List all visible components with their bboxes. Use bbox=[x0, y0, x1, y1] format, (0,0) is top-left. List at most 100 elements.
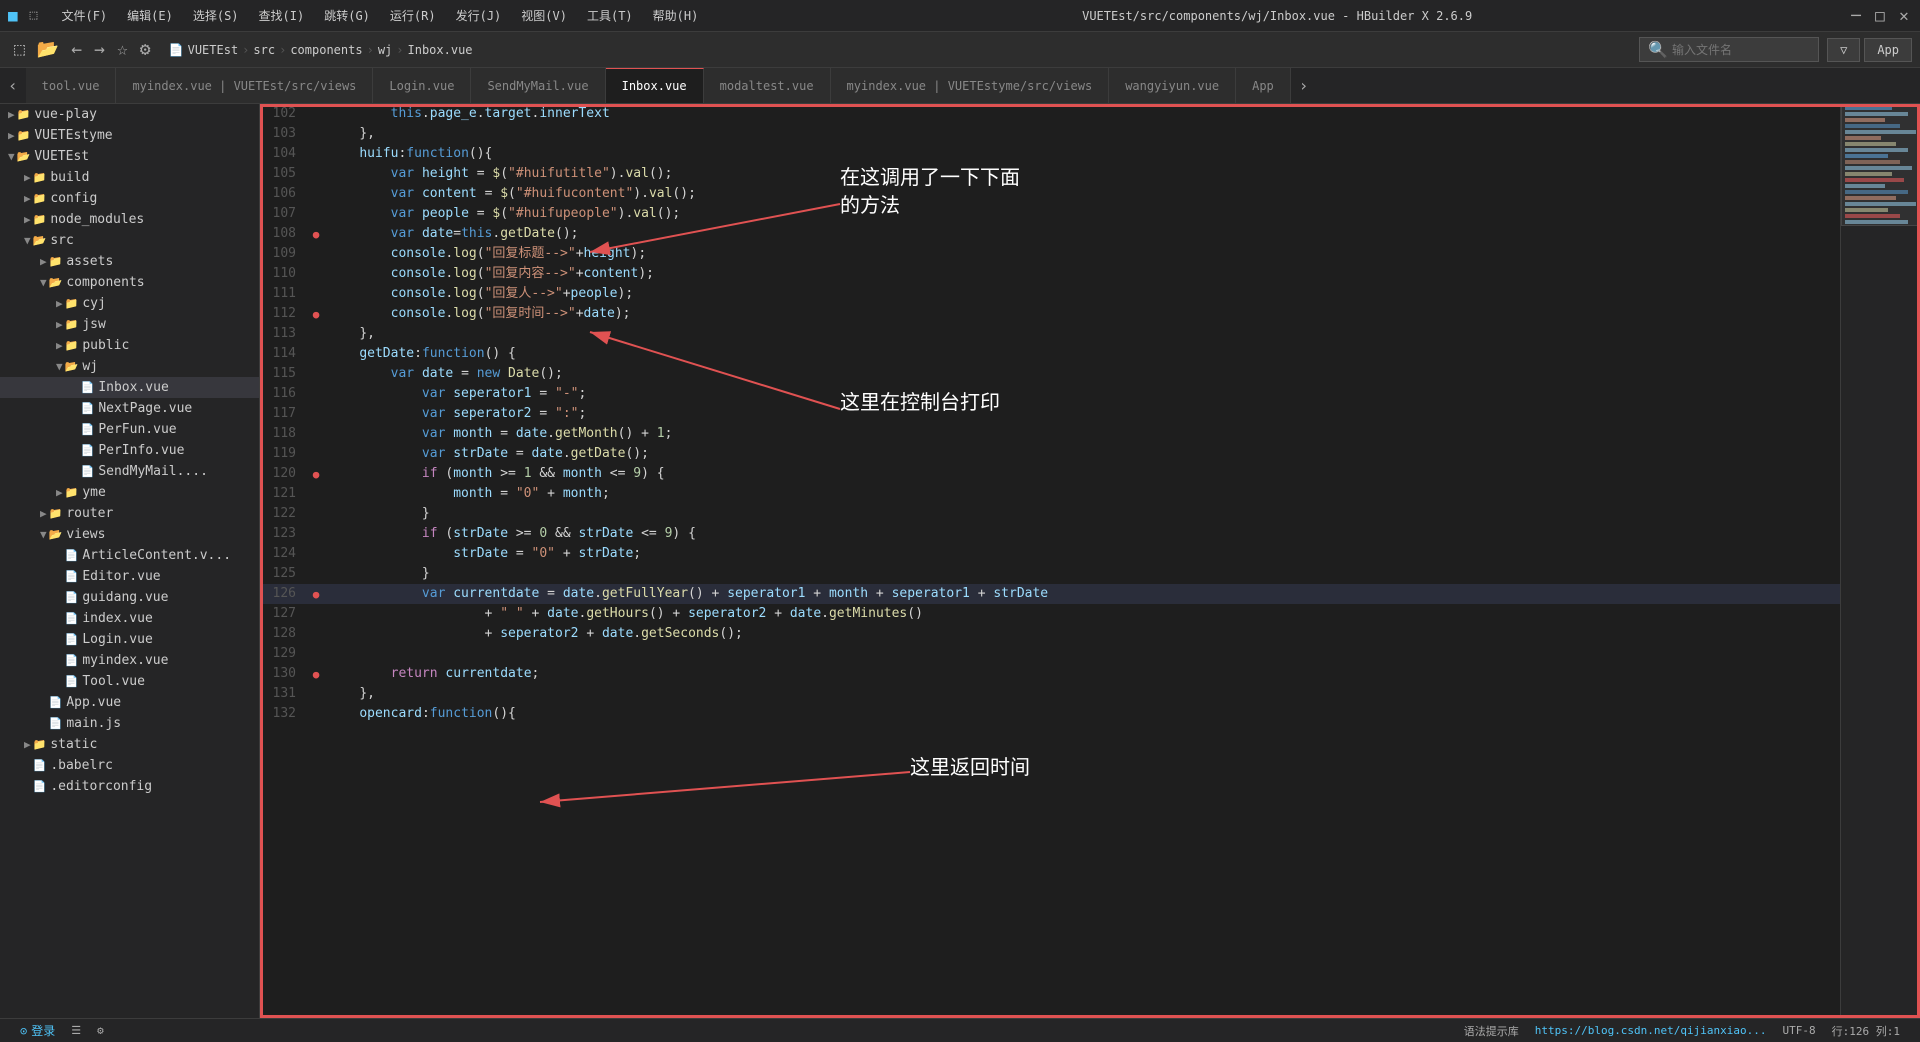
sidebar-item-editorconfig[interactable]: ▶ 📄 .editorconfig bbox=[0, 776, 259, 797]
menu-file[interactable]: 文件(F) bbox=[53, 5, 115, 26]
new-file-button[interactable]: ⬚ bbox=[8, 37, 31, 62]
sidebar-item-main-js[interactable]: ▶ 📄 main.js bbox=[0, 713, 259, 734]
tab-right-button[interactable]: › bbox=[1291, 68, 1317, 103]
line-content: var height = $("#huifutitle").val(); bbox=[324, 164, 1840, 184]
tab-inbox[interactable]: Inbox.vue bbox=[606, 68, 704, 103]
login-label: 登录 bbox=[31, 1022, 55, 1039]
breadcrumb-src[interactable]: src bbox=[253, 43, 275, 57]
menu-select[interactable]: 选择(S) bbox=[185, 5, 247, 26]
sidebar-label: Inbox.vue bbox=[98, 380, 168, 395]
code-line-122: 122 } bbox=[260, 504, 1840, 524]
preview-button[interactable]: App bbox=[1864, 38, 1912, 62]
line-gutter bbox=[308, 204, 324, 224]
sidebar-item-config[interactable]: ▶ 📁 config bbox=[0, 188, 259, 209]
sidebar-item-perfun[interactable]: ▶ 📄 PerFun.vue bbox=[0, 419, 259, 440]
code-line-106: 106 var content = $("#huifucontent").val… bbox=[260, 184, 1840, 204]
code-editor[interactable]: 102 this.page_e.target.innerText 103 }, … bbox=[260, 104, 1840, 1018]
sidebar-item-myindex[interactable]: ▶ 📄 myindex.vue bbox=[0, 650, 259, 671]
sidebar-label: Editor.vue bbox=[82, 569, 160, 584]
file-search-input[interactable] bbox=[1672, 43, 1810, 57]
menu-goto[interactable]: 跳转(G) bbox=[316, 5, 378, 26]
breadcrumb-file[interactable]: Inbox.vue bbox=[408, 43, 473, 57]
file-tree-icon[interactable]: ☰ bbox=[63, 1024, 89, 1037]
sidebar-item-inbox[interactable]: ▶ 📄 Inbox.vue bbox=[0, 377, 259, 398]
sidebar-item-jsw[interactable]: ▶ 📁 jsw bbox=[0, 314, 259, 335]
sidebar-item-node-modules[interactable]: ▶ 📁 node_modules bbox=[0, 209, 259, 230]
menu-help[interactable]: 帮助(H) bbox=[645, 5, 707, 26]
window-controls[interactable]: ─ □ ✕ bbox=[1848, 8, 1912, 24]
sidebar-item-perinfo[interactable]: ▶ 📄 PerInfo.vue bbox=[0, 440, 259, 461]
file-search-box[interactable]: 🔍 bbox=[1639, 37, 1819, 62]
tab-login[interactable]: Login.vue bbox=[373, 68, 471, 103]
sidebar-item-login[interactable]: ▶ 📄 Login.vue bbox=[0, 629, 259, 650]
line-content: var content = $("#huifucontent").val(); bbox=[324, 184, 1840, 204]
sidebar-item-article[interactable]: ▶ 📄 ArticleContent.v... bbox=[0, 545, 259, 566]
sidebar-item-router[interactable]: ▶ 📁 router bbox=[0, 503, 259, 524]
menu-edit[interactable]: 编辑(E) bbox=[119, 5, 181, 26]
sidebar-item-sendmymail[interactable]: ▶ 📄 SendMyMail.... bbox=[0, 461, 259, 482]
sidebar-item-guidang[interactable]: ▶ 📄 guidang.vue bbox=[0, 587, 259, 608]
sidebar-item-views[interactable]: ▼ 📂 views bbox=[0, 524, 259, 545]
sidebar-label: VUETEst bbox=[34, 149, 89, 164]
tab-app[interactable]: App bbox=[1236, 68, 1291, 103]
sidebar-item-wj[interactable]: ▼ 📂 wj bbox=[0, 356, 259, 377]
tab-wangyiyun[interactable]: wangyiyun.vue bbox=[1109, 68, 1236, 103]
breadcrumb-root[interactable]: VUETEst bbox=[188, 43, 239, 57]
sidebar-label: build bbox=[50, 170, 89, 185]
arrow-right-icon: ▶ bbox=[24, 192, 31, 205]
filter-button[interactable]: ▽ bbox=[1827, 38, 1860, 62]
settings-button[interactable]: ⚙ bbox=[134, 37, 157, 62]
login-status[interactable]: ⊙ 登录 bbox=[12, 1022, 63, 1039]
menu-find[interactable]: 查找(I) bbox=[251, 5, 313, 26]
minimize-button[interactable]: ─ bbox=[1848, 8, 1864, 24]
url-status: https://blog.csdn.net/qijianxiao... bbox=[1527, 1024, 1775, 1037]
line-gutter bbox=[308, 524, 324, 544]
menu-bar[interactable]: 文件(F) 编辑(E) 选择(S) 查找(I) 跳转(G) 运行(R) 发行(J… bbox=[53, 5, 706, 26]
sidebar-item-index[interactable]: ▶ 📄 index.vue bbox=[0, 608, 259, 629]
sidebar-item-build[interactable]: ▶ 📁 build bbox=[0, 167, 259, 188]
sidebar-item-nextpage[interactable]: ▶ 📄 NextPage.vue bbox=[0, 398, 259, 419]
tab-left-button[interactable]: ‹ bbox=[0, 68, 26, 103]
bookmark-button[interactable]: ☆ bbox=[111, 37, 134, 62]
menu-view[interactable]: 视图(V) bbox=[513, 5, 575, 26]
menu-tools[interactable]: 工具(T) bbox=[579, 5, 641, 26]
sidebar-label: .editorconfig bbox=[50, 779, 152, 794]
sidebar-item-vuetest[interactable]: ▼ 📂 VUETEst bbox=[0, 146, 259, 167]
forward-button[interactable]: → bbox=[88, 37, 111, 62]
tab-sendmail[interactable]: SendMyMail.vue bbox=[471, 68, 605, 103]
sidebar-item-components[interactable]: ▼ 📂 components bbox=[0, 272, 259, 293]
sidebar-item-public[interactable]: ▶ 📁 public bbox=[0, 335, 259, 356]
close-button[interactable]: ✕ bbox=[1896, 8, 1912, 24]
tab-modaltest[interactable]: modaltest.vue bbox=[704, 68, 831, 103]
folder-open-icon: 📂 bbox=[49, 276, 63, 289]
sidebar-item-vuetestyme[interactable]: ▶ 📁 VUETEstyme bbox=[0, 125, 259, 146]
tab-myindex-views[interactable]: myindex.vue | VUETEst/src/views bbox=[116, 68, 373, 103]
sidebar-item-src[interactable]: ▼ 📂 src bbox=[0, 230, 259, 251]
tab-tool-vue[interactable]: tool.vue bbox=[26, 68, 117, 103]
arrow-right-icon: ▶ bbox=[24, 171, 31, 184]
breadcrumb-components[interactable]: components bbox=[290, 43, 362, 57]
sidebar-item-assets[interactable]: ▶ 📁 assets bbox=[0, 251, 259, 272]
breadcrumb-wj[interactable]: wj bbox=[378, 43, 392, 57]
settings-icon[interactable]: ⚙ bbox=[89, 1024, 112, 1037]
sidebar-item-yme[interactable]: ▶ 📁 yme bbox=[0, 482, 259, 503]
maximize-button[interactable]: □ bbox=[1872, 8, 1888, 24]
sidebar-item-cyj[interactable]: ▶ 📁 cyj bbox=[0, 293, 259, 314]
folder-open-icon: 📂 bbox=[33, 234, 47, 247]
line-content: if (month >= 1 && month <= 9) { bbox=[324, 464, 1840, 484]
line-number: 122 bbox=[260, 504, 308, 524]
back-button[interactable]: ← bbox=[65, 37, 88, 62]
sidebar-item-babelrc[interactable]: ▶ 📄 .babelrc bbox=[0, 755, 259, 776]
sidebar-item-static[interactable]: ▶ 📁 static bbox=[0, 734, 259, 755]
arrow-right-icon: ▶ bbox=[56, 486, 63, 499]
sidebar-item-app[interactable]: ▶ 📄 App.vue bbox=[0, 692, 259, 713]
sidebar-item-editor[interactable]: ▶ 📄 Editor.vue bbox=[0, 566, 259, 587]
folder-icon: 📁 bbox=[33, 192, 47, 205]
menu-publish[interactable]: 发行(J) bbox=[448, 5, 510, 26]
tab-myindex-estyme[interactable]: myindex.vue | VUETEstyme/src/views bbox=[831, 68, 1110, 103]
open-button[interactable]: 📂 bbox=[31, 37, 65, 62]
sidebar-item-tool[interactable]: ▶ 📄 Tool.vue bbox=[0, 671, 259, 692]
sidebar-item-vue-play[interactable]: ▶ 📁 vue-play bbox=[0, 104, 259, 125]
menu-run[interactable]: 运行(R) bbox=[382, 5, 444, 26]
line-content: return currentdate; bbox=[324, 664, 1840, 684]
